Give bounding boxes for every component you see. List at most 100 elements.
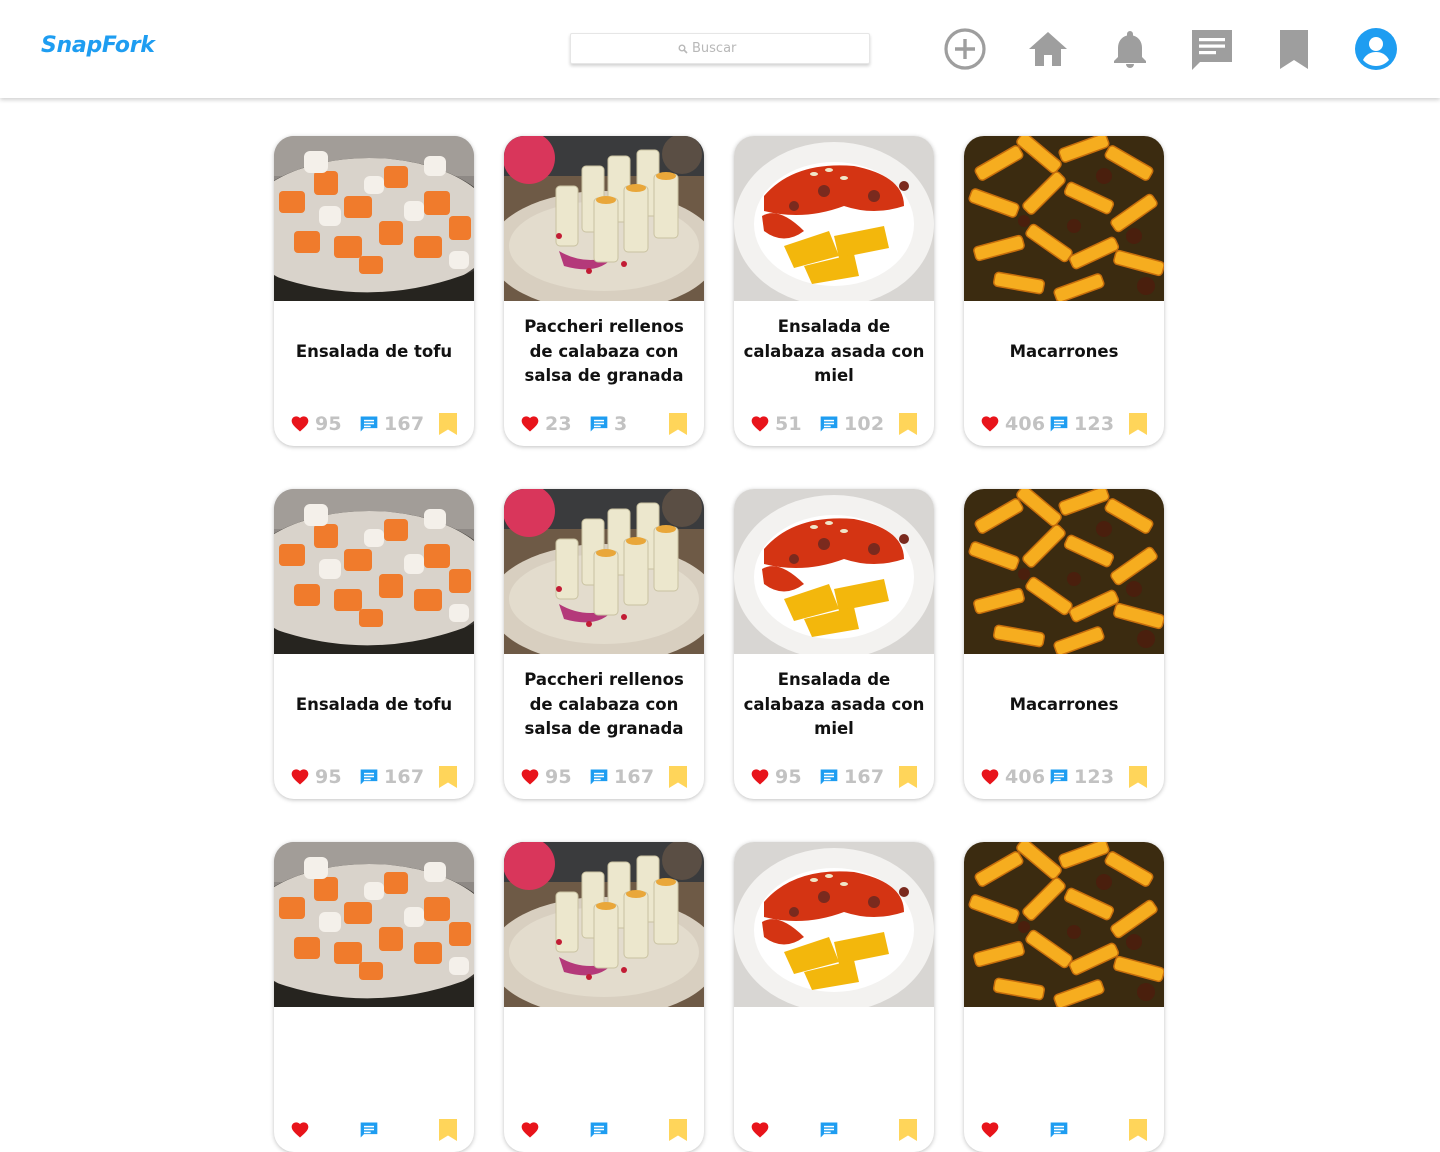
comment-icon [359,1120,379,1140]
add-button[interactable] [943,27,987,71]
like-button[interactable]: 51 [750,411,802,437]
recipe-photo[interactable] [734,842,934,1007]
bookmark-icon[interactable] [1128,1118,1148,1142]
saved-button[interactable] [1272,27,1316,71]
recipe-photo[interactable] [964,842,1164,1007]
recipe-photo[interactable] [734,136,934,301]
bookmark-icon[interactable] [898,765,918,789]
like-count: 95 [545,766,572,788]
recipe-card[interactable] [274,842,474,1152]
bookmark-icon[interactable] [668,765,688,789]
comment-icon [1049,414,1069,434]
like-button[interactable]: 95 [290,764,342,790]
recipe-title[interactable]: Ensalada de calabaza asada con miel [740,308,928,396]
recipe-photo[interactable] [274,136,474,301]
recipe-card[interactable]: Paccheri rellenos de calabaza con salsa … [504,136,704,446]
comment-icon [1049,767,1069,787]
recipe-photo[interactable] [964,489,1164,654]
messages-button[interactable] [1190,27,1234,71]
recipe-card[interactable]: Ensalada de tofu 95 167 [274,489,474,799]
comment-count: 167 [614,766,655,788]
like-button[interactable]: 23 [520,411,572,437]
comment-button[interactable]: 167 [359,411,424,437]
bookmark-icon[interactable] [438,765,458,789]
recipe-title[interactable] [280,1014,468,1102]
heart-icon [520,414,540,434]
recipe-photo[interactable] [504,489,704,654]
recipe-photo[interactable] [504,136,704,301]
profile-button[interactable] [1354,27,1398,71]
like-button[interactable]: 95 [290,411,342,437]
recipe-card[interactable]: Macarrones 406 123 [964,489,1164,799]
comment-icon [359,767,379,787]
bookmark-icon[interactable] [668,1118,688,1142]
like-button[interactable]: 95 [520,764,572,790]
search-box[interactable] [570,33,870,64]
like-count: 23 [545,413,572,435]
search-input[interactable] [692,41,762,56]
recipe-photo[interactable] [274,489,474,654]
like-count: 406 [1005,766,1046,788]
like-button[interactable] [520,1117,545,1143]
recipe-title[interactable] [970,1014,1158,1102]
comment-button[interactable]: 3 [589,411,627,437]
recipe-photo[interactable] [734,489,934,654]
recipe-photo[interactable] [964,136,1164,301]
comment-count: 102 [844,413,885,435]
like-button[interactable]: 95 [750,764,802,790]
recipe-card[interactable] [504,842,704,1152]
like-count: 95 [775,766,802,788]
recipe-title[interactable]: Macarrones [970,661,1158,749]
recipe-card[interactable]: Ensalada de calabaza asada con miel 95 1… [734,489,934,799]
recipe-card[interactable]: Macarrones 406 123 [964,136,1164,446]
like-button[interactable] [980,1117,1005,1143]
comment-button[interactable] [819,1117,844,1143]
recipe-title[interactable] [510,1014,698,1102]
bookmark-icon[interactable] [668,412,688,436]
comment-button[interactable] [589,1117,614,1143]
comment-button[interactable]: 102 [819,411,884,437]
comment-button[interactable] [359,1117,384,1143]
recipe-card[interactable]: Ensalada de calabaza asada con miel 51 1… [734,136,934,446]
app-logo[interactable]: SnapFork [41,33,155,58]
recipe-stats: 23 3 [504,411,704,437]
comment-button[interactable]: 167 [589,764,654,790]
recipe-card[interactable] [964,842,1164,1152]
recipe-stats: 406 123 [964,764,1164,790]
recipe-title[interactable]: Ensalada de tofu [280,308,468,396]
bookmark-icon[interactable] [898,1118,918,1142]
recipe-title[interactable]: Paccheri rellenos de calabaza con salsa … [510,308,698,396]
bookmark-icon[interactable] [438,1118,458,1142]
like-button[interactable] [290,1117,315,1143]
notifications-button[interactable] [1108,27,1152,71]
comment-button[interactable]: 123 [1049,764,1114,790]
comment-button[interactable]: 167 [819,764,884,790]
top-bar: SnapFork [0,0,1440,98]
recipe-title[interactable] [740,1014,928,1102]
recipe-card[interactable] [734,842,934,1152]
bookmark-icon[interactable] [1128,765,1148,789]
bookmark-icon[interactable] [438,412,458,436]
recipe-stats: 406 123 [964,411,1164,437]
heart-icon [750,414,770,434]
recipe-photo[interactable] [504,842,704,1007]
recipe-title[interactable]: Ensalada de calabaza asada con miel [740,661,928,749]
home-button[interactable] [1026,27,1070,71]
like-button[interactable] [750,1117,775,1143]
comment-count: 167 [844,766,885,788]
like-button[interactable]: 406 [980,764,1045,790]
recipe-card[interactable]: Paccheri rellenos de calabaza con salsa … [504,489,704,799]
comment-icon [589,414,609,434]
comment-button[interactable]: 167 [359,764,424,790]
bookmark-icon[interactable] [898,412,918,436]
bookmark-icon[interactable] [1128,412,1148,436]
recipe-title[interactable]: Paccheri rellenos de calabaza con salsa … [510,661,698,749]
recipe-card[interactable]: Ensalada de tofu 95 167 [274,136,474,446]
recipe-title[interactable]: Macarrones [970,308,1158,396]
like-count: 95 [315,413,342,435]
recipe-photo[interactable] [274,842,474,1007]
recipe-title[interactable]: Ensalada de tofu [280,661,468,749]
comment-button[interactable] [1049,1117,1074,1143]
comment-button[interactable]: 123 [1049,411,1114,437]
like-button[interactable]: 406 [980,411,1045,437]
